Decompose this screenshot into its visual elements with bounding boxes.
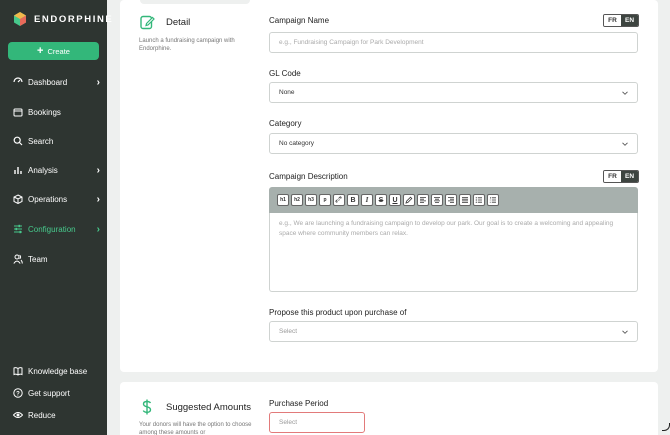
- campaign-description-label: Campaign Description: [269, 172, 348, 181]
- bold-icon[interactable]: B: [347, 194, 359, 206]
- propose-product-placeholder: Select: [279, 328, 298, 335]
- sidebar-item-configuration[interactable]: Configuration ›: [12, 221, 100, 237]
- window-corner: [662, 423, 670, 431]
- editor-toolbar: h1 h2 h3 p B I S U: [269, 187, 638, 213]
- sidebar-item-label: Configuration: [28, 224, 76, 234]
- calendar-icon: [12, 106, 24, 118]
- bar-chart-icon: [12, 164, 24, 176]
- align-right-icon[interactable]: [445, 194, 457, 206]
- grid-icon: [12, 76, 24, 88]
- chevron-right-icon: ›: [96, 164, 100, 176]
- sidebar: ENDORPHINE + Create Dashboard › Bookings…: [0, 0, 112, 435]
- campaign-name-label: Campaign Name: [269, 16, 330, 25]
- sidebar-item-label: Reduce: [28, 410, 56, 420]
- chevron-down-icon: [622, 91, 628, 95]
- category-value: No category: [279, 140, 315, 147]
- pen-icon[interactable]: [403, 194, 415, 206]
- propose-product-label: Propose this product upon purchase of: [269, 308, 407, 317]
- align-center-icon[interactable]: [431, 194, 443, 206]
- sidebar-item-bookings[interactable]: Bookings: [12, 104, 100, 120]
- plus-icon: +: [37, 44, 44, 57]
- category-label: Category: [269, 119, 302, 128]
- dollar-icon: [142, 399, 152, 415]
- propose-product-select[interactable]: Select: [269, 321, 638, 342]
- create-button[interactable]: + Create: [8, 42, 99, 60]
- chevron-down-icon: [622, 330, 628, 334]
- gl-code-select[interactable]: None: [269, 82, 638, 103]
- campaign-name-input[interactable]: e.g., Fundraising Campaign for Park Deve…: [269, 32, 638, 53]
- purchase-period-label: Purchase Period: [269, 399, 329, 408]
- sidebar-item-dashboard[interactable]: Dashboard ›: [12, 74, 100, 90]
- logo[interactable]: ENDORPHINE: [12, 11, 113, 27]
- chevron-right-icon: ›: [96, 76, 100, 88]
- search-icon: [12, 135, 24, 147]
- purchase-period-select[interactable]: Select: [269, 412, 365, 433]
- lang-en-button[interactable]: EN: [621, 171, 638, 182]
- chevron-right-icon: ›: [96, 193, 100, 205]
- sidebar-item-label: Analysis: [28, 165, 58, 175]
- align-justify-icon[interactable]: [459, 194, 471, 206]
- bullet-list-icon[interactable]: [473, 194, 485, 206]
- sidebar-item-knowledge-base[interactable]: Knowledge base: [12, 363, 100, 379]
- sidebar-item-team[interactable]: Team: [12, 251, 100, 267]
- sidebar-item-label: Get support: [28, 388, 70, 398]
- sidebar-item-reduce[interactable]: Reduce: [12, 407, 100, 423]
- sliders-icon: [12, 223, 24, 235]
- logo-icon: [14, 12, 26, 26]
- link-icon[interactable]: [333, 194, 345, 206]
- help-icon: ?: [12, 387, 24, 399]
- cube-icon: [12, 193, 24, 205]
- language-toggle: FR EN: [603, 14, 639, 27]
- sidebar-item-label: Dashboard: [28, 77, 68, 87]
- sidebar-item-label: Knowledge base: [28, 366, 88, 376]
- italic-icon[interactable]: I: [361, 194, 373, 206]
- svg-text:?: ?: [16, 391, 20, 397]
- category-select[interactable]: No category: [269, 133, 638, 154]
- edit-document-icon: [140, 15, 155, 30]
- heading1-button[interactable]: h1: [277, 194, 289, 206]
- card-top-tab: [140, 0, 250, 4]
- gl-code-value: None: [279, 89, 295, 96]
- sidebar-item-operations[interactable]: Operations ›: [12, 191, 100, 207]
- chevron-right-icon: ›: [96, 223, 100, 235]
- sidebar-item-label: Search: [28, 136, 54, 146]
- create-label: Create: [47, 46, 70, 56]
- sidebar-item-label: Operations: [28, 194, 68, 204]
- eye-icon: [12, 409, 24, 421]
- section-description: Launch a fundraising campaign with Endor…: [139, 38, 235, 52]
- lang-fr-button[interactable]: FR: [604, 15, 621, 26]
- section-title-suggested-amounts: Suggested Amounts: [166, 402, 252, 413]
- lang-fr-button[interactable]: FR: [604, 171, 621, 182]
- sidebar-item-label: Team: [28, 254, 48, 264]
- sidebar-item-get-support[interactable]: ? Get support: [12, 385, 100, 401]
- chevron-down-icon: [622, 142, 628, 146]
- underline-icon[interactable]: U: [389, 194, 401, 206]
- suggested-amounts-description: Your donors will have the option to choo…: [139, 422, 252, 435]
- sidebar-item-analysis[interactable]: Analysis ›: [12, 162, 100, 178]
- language-toggle-description: FR EN: [603, 170, 639, 183]
- lang-en-button[interactable]: EN: [621, 15, 638, 26]
- align-left-icon[interactable]: [417, 194, 429, 206]
- heading2-button[interactable]: h2: [291, 194, 303, 206]
- numbered-list-icon[interactable]: [487, 194, 499, 206]
- heading3-button[interactable]: h3: [305, 194, 317, 206]
- book-icon: [12, 365, 24, 377]
- sidebar-item-search[interactable]: Search: [12, 133, 100, 149]
- paragraph-button[interactable]: p: [319, 194, 331, 206]
- logo-text: ENDORPHINE: [34, 13, 114, 25]
- users-icon: [12, 253, 24, 265]
- gl-code-label: GL Code: [269, 69, 301, 78]
- campaign-description-editor[interactable]: e.g., We are launching a fundraising cam…: [269, 213, 638, 292]
- sidebar-item-label: Bookings: [28, 107, 61, 117]
- strikethrough-icon[interactable]: S: [375, 194, 387, 206]
- section-title-detail: Detail: [166, 17, 191, 28]
